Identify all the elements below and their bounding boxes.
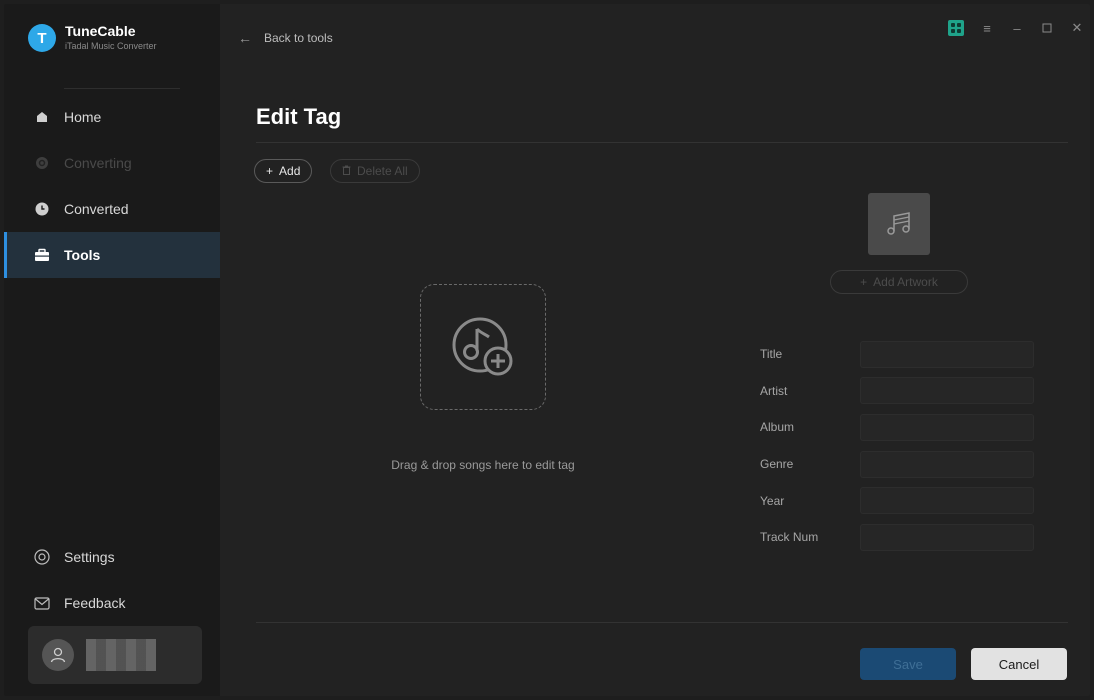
add-label: Add xyxy=(279,164,301,178)
brand: T TuneCable iTadal Music Converter xyxy=(28,23,157,52)
clock-icon xyxy=(34,201,50,217)
field-label: Genre xyxy=(760,457,794,472)
sidebar: T TuneCable iTadal Music Converter Home … xyxy=(4,4,220,696)
add-button[interactable]: + Add xyxy=(254,159,313,183)
field-label: Year xyxy=(760,493,785,508)
drop-hint: Drag & drop songs here to edit tag xyxy=(391,458,575,472)
user-card[interactable] xyxy=(28,626,202,684)
title-divider xyxy=(256,142,1068,143)
delete-all-button[interactable]: Delete All xyxy=(330,159,420,183)
sidebar-item-converted[interactable]: Converted xyxy=(4,186,220,232)
artist-input[interactable] xyxy=(860,377,1034,405)
sidebar-item-settings[interactable]: Settings xyxy=(4,534,220,580)
add-music-icon xyxy=(452,317,513,376)
field-row-title: Title xyxy=(760,336,1034,373)
add-artwork-button[interactable]: + Add Artwork xyxy=(830,270,968,294)
brand-divider xyxy=(64,88,180,89)
grid-view-icon[interactable] xyxy=(948,20,964,36)
window-controls: ≡ – ✕ xyxy=(948,20,1084,36)
field-row-album: Album xyxy=(760,409,1034,446)
sidebar-bottom-nav: Settings Feedback xyxy=(4,534,220,626)
topbar: ← Back to tools ≡ – ✕ xyxy=(220,4,1090,74)
app-window: T TuneCable iTadal Music Converter Home … xyxy=(4,4,1090,696)
track-num-input[interactable] xyxy=(860,523,1034,551)
avatar xyxy=(42,639,74,671)
plus-icon: + xyxy=(860,275,868,289)
artwork-placeholder xyxy=(868,193,930,255)
field-label: Artist xyxy=(760,383,788,398)
converting-icon xyxy=(34,155,50,171)
field-row-genre: Genre xyxy=(760,446,1034,483)
user-icon xyxy=(50,647,66,663)
sidebar-item-home[interactable]: Home xyxy=(4,94,220,140)
sidebar-item-label: Converted xyxy=(64,201,129,217)
settings-icon xyxy=(34,549,50,565)
tag-fields: Title Artist Album Genre Year Track Num xyxy=(760,336,1034,556)
arrow-left-icon: ← xyxy=(238,30,252,46)
back-label: Back to tools xyxy=(264,31,333,45)
home-icon xyxy=(34,109,50,125)
sidebar-item-label: Home xyxy=(64,109,102,125)
title-input[interactable] xyxy=(860,340,1034,368)
field-label: Album xyxy=(760,420,795,435)
toolbox-icon xyxy=(34,247,50,263)
sidebar-item-feedback[interactable]: Feedback xyxy=(4,580,220,626)
brand-subtitle: iTadal Music Converter xyxy=(65,40,157,51)
plus-icon: + xyxy=(266,164,274,178)
sidebar-item-label: Feedback xyxy=(64,595,126,611)
year-input[interactable] xyxy=(860,487,1034,515)
brand-name: TuneCable xyxy=(65,23,136,40)
field-row-year: Year xyxy=(760,482,1034,519)
bottom-divider xyxy=(256,622,1068,623)
mail-icon xyxy=(34,595,50,611)
album-input[interactable] xyxy=(860,413,1034,441)
add-artwork-label: Add Artwork xyxy=(873,275,938,289)
genre-input[interactable] xyxy=(860,450,1034,478)
field-label: Track Num xyxy=(760,530,819,545)
trash-icon xyxy=(342,164,351,178)
sidebar-item-label: Settings xyxy=(64,549,115,565)
cancel-button[interactable]: Cancel xyxy=(971,648,1067,680)
menu-icon[interactable]: ≡ xyxy=(980,21,994,36)
delete-all-label: Delete All xyxy=(357,164,408,178)
drop-zone[interactable] xyxy=(420,284,546,410)
sidebar-item-converting[interactable]: Converting xyxy=(4,140,220,186)
save-button[interactable]: Save xyxy=(860,648,956,680)
sidebar-nav: Home Converting Converted Tools xyxy=(4,94,220,278)
sidebar-item-label: Tools xyxy=(64,247,101,263)
maximize-icon[interactable] xyxy=(1040,21,1054,35)
page-title: Edit Tag xyxy=(256,104,342,129)
main-content: ← Back to tools ≡ – ✕ Edit Tag + Add Del… xyxy=(220,4,1090,696)
close-icon[interactable]: ✕ xyxy=(1070,20,1084,35)
tunecable-logo-icon: T xyxy=(28,24,56,52)
user-name-redacted xyxy=(86,639,156,671)
sidebar-item-label: Converting xyxy=(64,155,132,171)
field-row-artist: Artist xyxy=(760,373,1034,410)
field-row-track-num: Track Num xyxy=(760,519,1034,556)
sidebar-item-tools[interactable]: Tools xyxy=(4,232,220,278)
field-label: Title xyxy=(760,347,783,362)
minimize-icon[interactable]: – xyxy=(1010,21,1024,36)
music-note-icon xyxy=(887,212,910,235)
back-to-tools-link[interactable]: ← Back to tools xyxy=(238,30,333,46)
